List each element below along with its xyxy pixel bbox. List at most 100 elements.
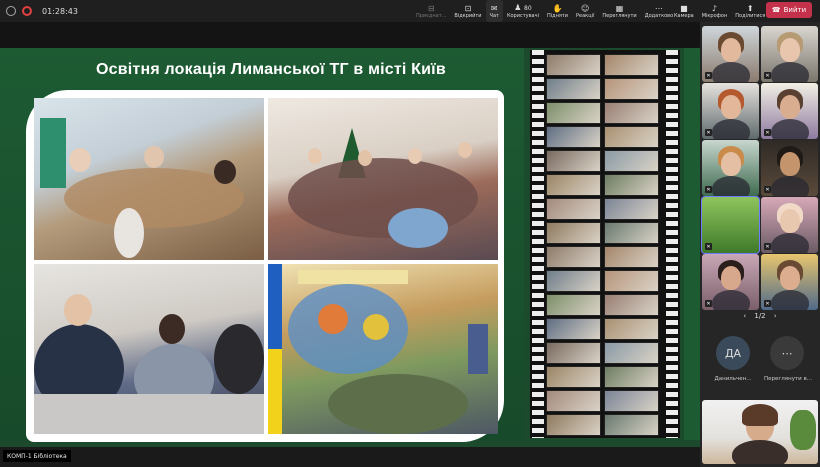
raise-hand-icon: ✋ (552, 3, 563, 13)
film-photo (546, 318, 601, 340)
toolbar-button-mic-off[interactable]: ♪ Мікрофон (698, 0, 732, 22)
participant-count: 80 (524, 5, 532, 12)
share-icon: ⬆ (746, 3, 754, 13)
film-photo (546, 246, 601, 268)
participant-video-tile[interactable]: ✕ (761, 140, 818, 196)
film-photo (546, 294, 601, 316)
toolbar-button-leave-room[interactable]: ⊟ Приєднат... (412, 0, 450, 22)
film-photo (604, 150, 659, 172)
presentation-slide: Освітня локація Лиманської ТГ в місті Ки… (0, 48, 700, 462)
film-photo (604, 174, 659, 196)
film-photo (604, 198, 659, 220)
phone-icon: ☎ (771, 6, 781, 14)
more-icon: ⋯ (654, 3, 663, 13)
slide-title: Освітня локація Лиманської ТГ в місті Ки… (96, 61, 446, 78)
participant-video-tile[interactable]: ✕ (702, 26, 759, 82)
film-photo (604, 294, 659, 316)
chevron-left-icon[interactable]: ‹ (743, 312, 746, 320)
film-photo (546, 270, 601, 292)
toolbar-button-people[interactable]: ♟ 80 Користувачі (503, 0, 543, 22)
participant-video-tile[interactable]: ✕ (761, 26, 818, 82)
mic-muted-icon: ✕ (705, 186, 712, 193)
mic-muted-icon: ✕ (764, 129, 771, 136)
film-photo (546, 78, 601, 100)
mic-muted-icon: ✕ (705, 243, 712, 250)
leave-room-icon: ⊟ (427, 3, 435, 13)
film-photo (546, 126, 601, 148)
presenter-bar: КОМП-1 Бібліотека (0, 447, 700, 467)
mic-muted-icon: ✕ (764, 186, 771, 193)
film-photo (546, 222, 601, 244)
view-all-label: Переглянути в... (764, 376, 812, 382)
shield-icon (6, 6, 16, 16)
film-photo (604, 270, 659, 292)
photo-ukraine-wall (268, 264, 498, 434)
photo-candles-table (34, 264, 264, 434)
participant-video-tile[interactable]: ✕ (761, 83, 818, 139)
meeting-toolbar: 01:28:43 ⊟ Приєднат... ⊡ Відкрийти ✉ Чат ♟ 80 К… (0, 0, 820, 22)
view-all-button[interactable]: ⋯ (770, 336, 804, 370)
film-photo (546, 54, 601, 76)
participant-video-tile[interactable]: ✕ (701, 196, 760, 254)
toolbar-button-share[interactable]: ⬆ Поділитися (731, 0, 769, 22)
toolbar-button-smile[interactable]: ☺ Реакції (572, 0, 598, 22)
participant-avatar[interactable]: ДА (716, 336, 750, 370)
film-photo (604, 102, 659, 124)
film-photo (546, 174, 601, 196)
film-photo (604, 318, 659, 340)
film-photo (604, 414, 659, 436)
toolbar-button-camera[interactable]: ■ Камера (670, 0, 698, 22)
participant-video-tile[interactable]: ✕ (761, 197, 818, 253)
participants-panel: ✕ ✕ ✕ ✕ ✕ ✕ ✕ ✕ ✕ ✕ ‹ 1/2 › ДА Данильчен... ⋯ Пер… (700, 22, 820, 467)
film-photo (546, 198, 601, 220)
participant-video-tile[interactable]: ✕ (702, 254, 759, 310)
toolbar-button-raise-hand[interactable]: ✋ Підняти (543, 0, 572, 22)
chat-icon: ✉ (490, 3, 498, 13)
participant-avatar-label: Данильчен... (714, 376, 752, 382)
self-video-tile[interactable] (702, 400, 818, 464)
film-photo (604, 54, 659, 76)
leave-button[interactable]: ☎ Вийти (766, 2, 812, 18)
film-photo (546, 150, 601, 172)
film-photo (546, 102, 601, 124)
film-photo (604, 222, 659, 244)
film-photo (546, 390, 601, 412)
mic-off-icon: ♪ (711, 3, 718, 13)
participant-video-tile[interactable]: ✕ (702, 140, 759, 196)
film-photo (604, 342, 659, 364)
film-photo (604, 78, 659, 100)
gallery-pager: ‹ 1/2 › (743, 312, 777, 320)
film-photo (546, 414, 601, 436)
presenter-name: КОМП-1 Бібліотека (3, 450, 71, 462)
teams-meeting-window: 01:28:43 ⊟ Приєднат... ⊡ Відкрийти ✉ Чат ♟ 80 К… (0, 0, 820, 467)
people-icon: ♟ 80 (514, 3, 532, 12)
photo-group-christmas-tree (268, 98, 498, 260)
film-photo (604, 390, 659, 412)
meeting-timer: 01:28:43 (42, 6, 78, 16)
smile-icon: ☺ (581, 3, 590, 13)
participant-video-tile[interactable]: ✕ (702, 83, 759, 139)
mic-muted-icon: ✕ (705, 300, 712, 307)
film-photo (546, 342, 601, 364)
mic-muted-icon: ✕ (764, 243, 771, 250)
toolbar-button-view[interactable]: ▦ Переглянути (598, 0, 640, 22)
camera-icon: ■ (680, 3, 688, 13)
slide-background: Освітня локація Лиманської ТГ в місті Ки… (0, 48, 524, 442)
film-photo (604, 126, 659, 148)
film-strip (530, 50, 680, 438)
mic-muted-icon: ✕ (764, 72, 771, 79)
photo-classroom-table (34, 98, 264, 260)
toolbar-button-open[interactable]: ⊡ Відкрийти (450, 0, 485, 22)
film-photo (604, 246, 659, 268)
film-photo (546, 366, 601, 388)
mic-muted-icon: ✕ (705, 72, 712, 79)
participant-video-tile[interactable]: ✕ (761, 254, 818, 310)
film-photo (604, 366, 659, 388)
recording-icon (22, 6, 32, 16)
toolbar-button-chat[interactable]: ✉ Чат (485, 0, 503, 22)
more-icon: ⋯ (781, 346, 793, 360)
chevron-right-icon[interactable]: › (774, 312, 777, 320)
shared-screen: Освітня локація Лиманської ТГ в місті Ки… (0, 22, 700, 462)
view-icon: ▦ (615, 3, 624, 13)
open-icon: ⊡ (464, 3, 472, 13)
